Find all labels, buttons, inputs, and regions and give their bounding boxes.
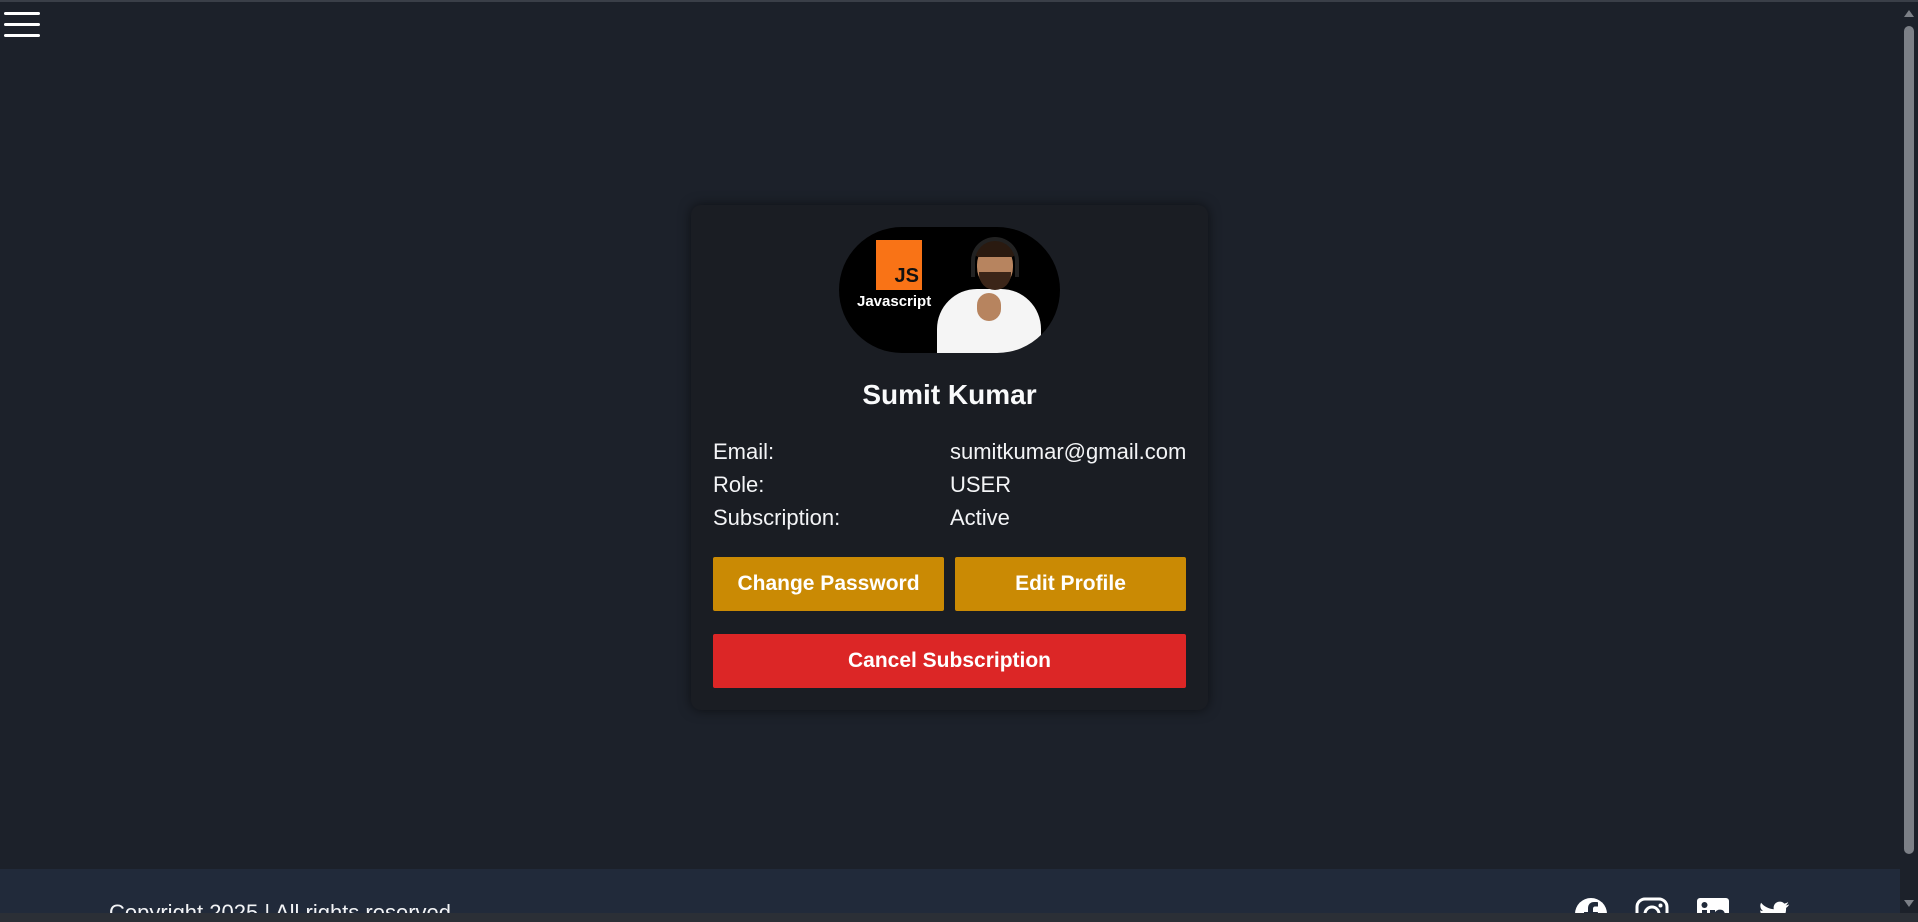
profile-name: Sumit Kumar [862,379,1037,410]
role-value: USER [950,472,1012,497]
edit-profile-button[interactable]: Edit Profile [955,557,1186,611]
email-label: Email: [713,439,775,464]
email-value: sumitkumar@gmail.com [950,439,1187,464]
change-password-button[interactable]: Change Password [713,557,944,611]
cancel-subscription-button[interactable]: Cancel Subscription [713,634,1186,688]
vertical-scrollbar[interactable] [1900,2,1918,922]
subscription-label: Subscription: [713,505,841,530]
subscription-value: Active [950,505,1010,530]
profile-card: JS Javascript Sumit Kumar Email: sumitku… [691,205,1208,710]
window-top-border [0,0,1918,2]
scroll-up-arrow-icon[interactable] [1904,10,1914,17]
scrollbar-thumb[interactable] [1904,26,1914,854]
hamburger-menu-icon[interactable] [2,10,40,40]
avatar: JS Javascript [839,227,1060,353]
window-bottom-strip [0,913,1918,922]
scroll-down-arrow-icon[interactable] [1904,900,1914,907]
javascript-logo-icon: JS [876,240,922,290]
role-label: Role: [713,472,765,497]
